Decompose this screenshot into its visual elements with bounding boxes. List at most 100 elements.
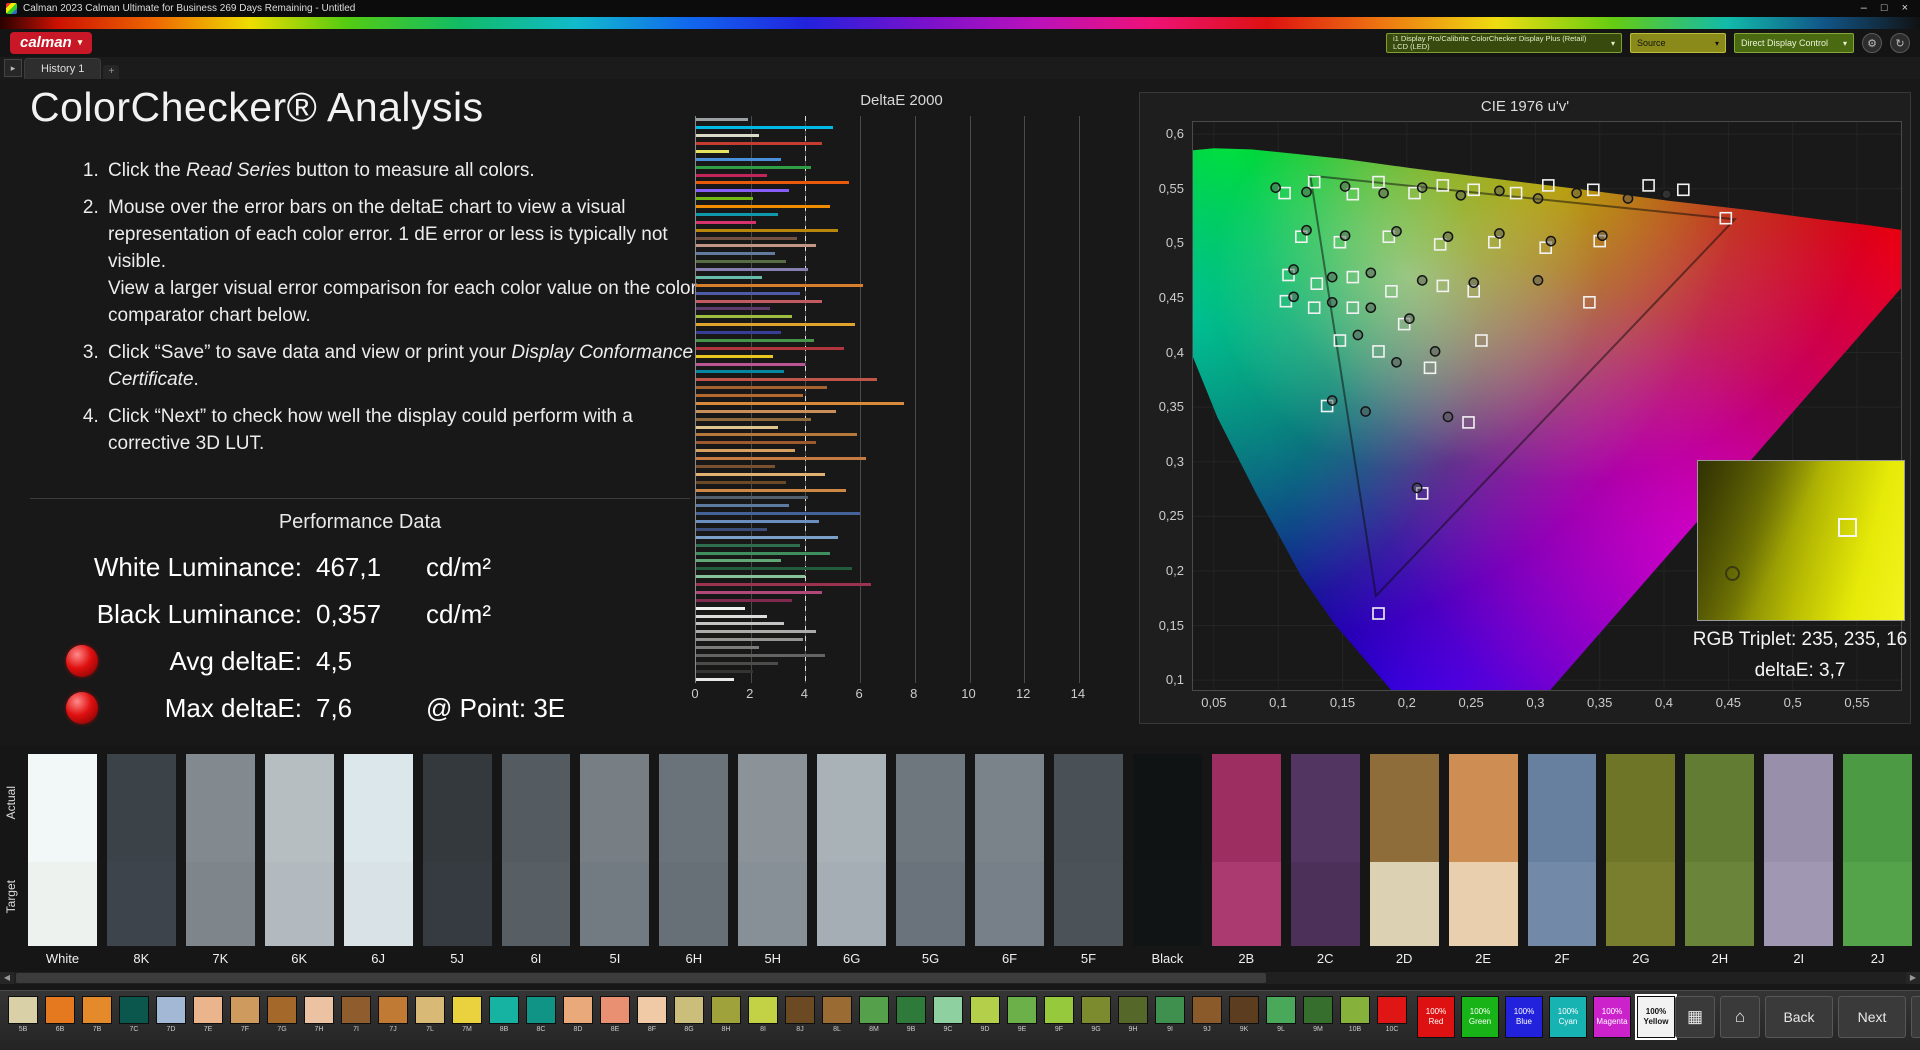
deltae-error-bar[interactable] <box>696 173 768 177</box>
deltae-error-bar[interactable] <box>696 653 825 657</box>
color-patch-button[interactable]: 9F <box>1044 996 1074 1033</box>
deltae-error-bar[interactable] <box>696 283 863 287</box>
deltae-error-bar[interactable] <box>696 268 809 272</box>
color-patch-button[interactable]: 9H <box>1118 996 1148 1033</box>
deltae-error-bar[interactable] <box>696 205 830 209</box>
deltae-error-bar[interactable] <box>696 464 776 468</box>
scroll-thumb[interactable] <box>16 973 1266 983</box>
calman-logo-menu[interactable]: calman ▾ <box>10 32 93 54</box>
minimize-button[interactable]: – <box>1861 3 1867 14</box>
color-patch-button[interactable]: 5B <box>8 996 38 1033</box>
color-patch-button[interactable]: 9B <box>896 996 926 1033</box>
deltae-error-bar[interactable] <box>696 236 798 240</box>
deltae-error-bar[interactable] <box>696 323 855 327</box>
primary-patch-button[interactable]: 100% Red <box>1417 996 1455 1038</box>
color-patch-button[interactable]: 7I <box>341 996 371 1033</box>
primary-patch-button[interactable]: 100% Magenta <box>1593 996 1631 1038</box>
primary-patch-button[interactable]: 100% Blue <box>1505 996 1543 1038</box>
deltae-error-bar[interactable] <box>696 244 817 248</box>
deltae-error-bar[interactable] <box>696 299 822 303</box>
color-patch-button[interactable]: 7J <box>378 996 408 1033</box>
deltae-error-bar[interactable] <box>696 307 770 311</box>
deltae-error-bar[interactable] <box>696 504 789 508</box>
primary-patch-button[interactable]: 100% Cyan <box>1549 996 1587 1038</box>
meter-dropdown[interactable]: i1 Display Pro/Calibrite ColorChecker Di… <box>1386 33 1622 53</box>
deltae-error-bar[interactable] <box>696 512 861 516</box>
deltae-error-bar[interactable] <box>696 488 847 492</box>
color-patch-button[interactable]: 8I <box>748 996 778 1033</box>
deltae-error-bar[interactable] <box>696 583 871 587</box>
deltae-error-bar[interactable] <box>696 252 776 256</box>
panel-expander-button[interactable]: ▸ <box>4 59 22 77</box>
refresh-button[interactable]: ↻ <box>1890 33 1910 53</box>
close-button[interactable]: × <box>1902 3 1908 14</box>
deltae-error-bar[interactable] <box>696 220 757 224</box>
deltae-error-bar[interactable] <box>696 535 839 539</box>
deltae-error-bar[interactable] <box>696 401 904 405</box>
deltae-error-bar[interactable] <box>696 378 877 382</box>
deltae-error-bar[interactable] <box>696 527 768 531</box>
deltae-error-bar[interactable] <box>696 622 784 626</box>
color-patch-button[interactable]: 9D <box>970 996 1000 1033</box>
display-control-dropdown[interactable]: Direct Display Control ▾ <box>1734 33 1854 53</box>
horizontal-scrollbar[interactable]: ◀ ▶ <box>0 972 1920 984</box>
deltae-error-bar[interactable] <box>696 567 852 571</box>
deltae-error-bar[interactable] <box>696 212 779 216</box>
deltae-error-bar[interactable] <box>696 590 822 594</box>
deltae-error-bar[interactable] <box>696 134 759 138</box>
color-patch-button[interactable]: 8J <box>785 996 815 1033</box>
tab-history-1[interactable]: History 1 <box>24 58 102 79</box>
deltae-error-bar[interactable] <box>696 638 803 642</box>
color-patch-button[interactable]: 7G <box>267 996 297 1033</box>
color-patch-button[interactable]: 7L <box>415 996 445 1033</box>
color-patch-button[interactable]: 6B <box>45 996 75 1033</box>
deltae-error-bar[interactable] <box>696 575 806 579</box>
deltae-error-bar[interactable] <box>696 149 729 153</box>
color-patch-button[interactable]: 9C <box>933 996 963 1033</box>
deltae-error-bar[interactable] <box>696 646 759 650</box>
deltae-error-bar[interactable] <box>696 559 781 563</box>
color-patch-button[interactable]: 9G <box>1081 996 1111 1033</box>
color-patch-button[interactable]: 9M <box>1303 996 1333 1033</box>
color-patch-button[interactable]: 8F <box>637 996 667 1033</box>
deltae-error-bar[interactable] <box>696 496 809 500</box>
deltae-error-bar[interactable] <box>696 480 787 484</box>
color-patch-button[interactable]: 8E <box>600 996 630 1033</box>
color-patch-button[interactable]: 7D <box>156 996 186 1033</box>
scroll-right-button[interactable]: ▶ <box>1906 972 1920 984</box>
color-patch-button[interactable]: 9K <box>1229 996 1259 1033</box>
color-patch-button[interactable]: 9L <box>1266 996 1296 1033</box>
deltae-error-bar[interactable] <box>696 433 858 437</box>
primary-patch-button[interactable]: 100% Yellow <box>1635 994 1677 1040</box>
next-button[interactable]: Next <box>1838 996 1906 1038</box>
pattern-window-button[interactable]: ▦ <box>1675 996 1715 1038</box>
color-patch-button[interactable]: 8D <box>563 996 593 1033</box>
color-patch-button[interactable]: 8B <box>489 996 519 1033</box>
color-patch-button[interactable]: 7H <box>304 996 334 1033</box>
deltae-error-bar[interactable] <box>696 346 844 350</box>
deltae-error-bar[interactable] <box>696 118 748 122</box>
deltae-error-bar[interactable] <box>696 614 768 618</box>
deltae-error-bar[interactable] <box>696 181 850 185</box>
deltae-error-bar[interactable] <box>696 228 839 232</box>
color-patch-button[interactable]: 10C <box>1377 996 1407 1033</box>
deltae-error-bar[interactable] <box>696 543 800 547</box>
primary-patch-button[interactable]: 100% Green <box>1461 996 1499 1038</box>
deltae-error-bar[interactable] <box>696 441 817 445</box>
color-patch-button[interactable]: 10B <box>1340 996 1370 1033</box>
deltae-error-bar[interactable] <box>696 551 830 555</box>
color-patch-button[interactable]: 9J <box>1192 996 1222 1033</box>
settings-button[interactable]: ⚙ <box>1911 996 1920 1038</box>
deltae-error-bar[interactable] <box>696 669 754 673</box>
deltae-error-bar[interactable] <box>696 189 789 193</box>
deltae-error-bar[interactable] <box>696 630 817 634</box>
deltae-error-bar[interactable] <box>696 457 866 461</box>
source-dropdown[interactable]: Source ▾ <box>1630 33 1726 53</box>
color-patch-button[interactable]: 8C <box>526 996 556 1033</box>
deltae-error-bar[interactable] <box>696 165 811 169</box>
color-patch-button[interactable]: 9E <box>1007 996 1037 1033</box>
deltae-error-bar[interactable] <box>696 472 825 476</box>
color-patch-button[interactable]: 8L <box>822 996 852 1033</box>
deltae-error-bar[interactable] <box>696 331 781 335</box>
deltae-error-bar[interactable] <box>696 260 787 264</box>
